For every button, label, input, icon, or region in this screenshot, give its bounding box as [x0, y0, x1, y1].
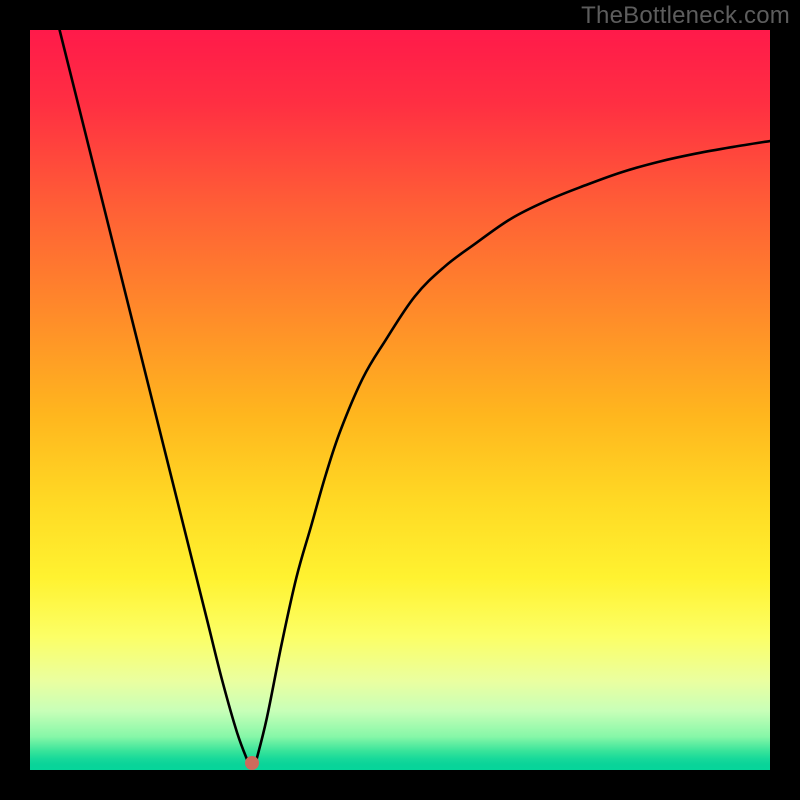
gradient-background — [30, 30, 770, 770]
plot-area — [30, 30, 770, 770]
chart-frame: TheBottleneck.com — [0, 0, 800, 800]
watermark-text: TheBottleneck.com — [581, 2, 790, 30]
